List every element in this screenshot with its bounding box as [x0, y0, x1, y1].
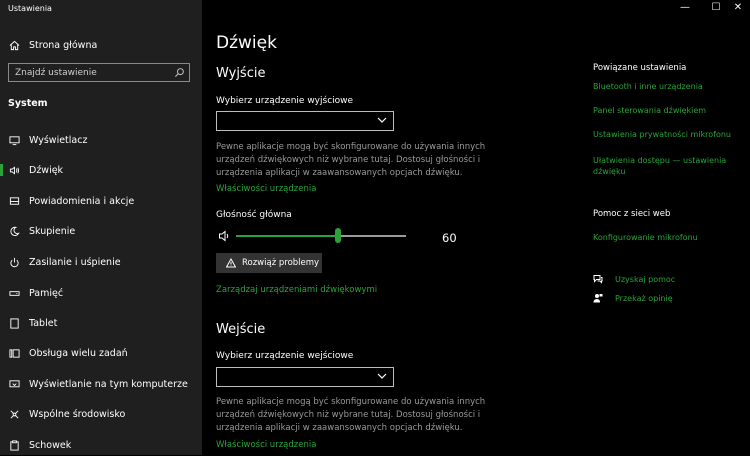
project-icon [8, 378, 20, 390]
related-link-accessibility-audio[interactable]: Ułatwienia dostępu — ustawienia dźwięku [593, 155, 733, 177]
input-heading: Wejście [216, 322, 266, 337]
monitor-icon [8, 134, 20, 146]
home-label: Strona główna [29, 39, 98, 51]
sidebar: Ustawienia Strona główna Znajdź ustawien… [0, 0, 202, 455]
sidebar-item-storage[interactable]: Pamięć [0, 282, 202, 304]
volume-value: 60 [442, 231, 457, 245]
help-link-setup-mic[interactable]: Konfigurowanie mikrofonu [593, 232, 733, 243]
feedback-label: Przekaż opinię [615, 293, 673, 303]
output-heading: Wyjście [216, 66, 266, 81]
speaker-icon [8, 164, 20, 176]
input-properties-link[interactable]: Właściwości urządzenia [216, 440, 316, 450]
output-properties-link[interactable]: Właściwości urządzenia [216, 184, 316, 194]
input-device-label: Wybierz urządzenie wejściowe [216, 351, 354, 361]
related-link-sound-control-panel[interactable]: Panel sterowania dźwiękiem [593, 105, 733, 116]
search-icon [175, 68, 184, 77]
notification-icon [8, 195, 20, 207]
manage-devices-link[interactable]: Zarządzaj urządzeniami dźwiękowymi [216, 285, 377, 295]
output-description: Pewne aplikacje mogą być skonfigurowane … [216, 142, 486, 178]
feedback-link[interactable]: Przekaż opinię [593, 293, 673, 303]
warning-icon [226, 258, 236, 268]
sidebar-item-label: Obsługa wielu zadań [29, 347, 128, 359]
volume-label: Głośność główna [216, 210, 292, 220]
page-title: Dźwięk [216, 33, 277, 53]
sidebar-item-label: Wyświetlacz [29, 134, 88, 146]
input-device-dropdown[interactable] [216, 367, 394, 387]
sidebar-item-shared-experiences[interactable]: Wspólne środowisko [0, 403, 202, 425]
speaker-icon [219, 230, 229, 242]
sidebar-item-sound[interactable]: Dźwięk [0, 159, 202, 181]
sidebar-item-label: Pamięć [29, 287, 64, 299]
moon-icon [8, 225, 20, 237]
sidebar-item-label: Schowek [29, 439, 72, 451]
sidebar-item-label: Powiadomienia i akcje [29, 195, 135, 207]
output-device-dropdown[interactable] [216, 111, 394, 131]
sidebar-item-label: Wyświetlanie na tym komputerze [29, 378, 188, 390]
related-link-bluetooth[interactable]: Bluetooth i inne urządzenia [593, 81, 733, 92]
clipboard-icon [8, 439, 20, 451]
sidebar-item-label: Tablet [29, 317, 58, 329]
tablet-icon [8, 317, 20, 329]
chevron-down-icon [377, 117, 387, 123]
sidebar-item-power[interactable]: Zasilanie i uśpienie [0, 251, 202, 273]
sidebar-item-multitasking[interactable]: Obsługa wielu zadań [0, 342, 202, 364]
search-placeholder: Znajdź ustawienie [15, 67, 97, 78]
sidebar-item-clipboard[interactable]: Schowek [0, 434, 202, 456]
storage-icon [8, 287, 20, 299]
main-content: Dźwięk Wyjście Wybierz urządzenie wyjści… [202, 0, 750, 455]
sidebar-item-label: Wspólne środowisko [29, 408, 126, 420]
sidebar-section-title: System [8, 98, 48, 109]
input-description: Pewne aplikacje mogą być skonfigurowane … [216, 397, 486, 433]
get-help-link[interactable]: Uzyskaj pomoc [593, 274, 675, 284]
related-link-mic-privacy[interactable]: Ustawienia prywatności mikrofonu [593, 129, 733, 140]
volume-slider[interactable] [236, 228, 406, 243]
power-icon [8, 256, 20, 268]
get-help-label: Uzyskaj pomoc [615, 274, 676, 284]
chevron-down-icon [377, 373, 387, 379]
help-title: Pomoc z sieci web [593, 209, 671, 219]
sidebar-item-label: Skupienie [29, 225, 76, 237]
home-link[interactable]: Strona główna [8, 38, 97, 52]
home-icon [8, 39, 20, 51]
sidebar-item-focus[interactable]: Skupienie [0, 220, 202, 242]
multitask-icon [8, 347, 20, 359]
close-button[interactable]: ✕ [731, 2, 745, 13]
troubleshoot-button[interactable]: Rozwiąż problemy [216, 253, 322, 273]
sidebar-item-projecting[interactable]: Wyświetlanie na tym komputerze [0, 373, 202, 395]
sidebar-item-display[interactable]: Wyświetlacz [0, 129, 202, 151]
related-settings-title: Powiązane ustawienia [593, 63, 687, 73]
chat-help-icon [593, 275, 603, 284]
search-input[interactable]: Znajdź ustawienie [8, 63, 190, 82]
sidebar-item-label: Dźwięk [29, 164, 64, 176]
app-title: Ustawienia [8, 4, 52, 13]
feedback-icon [593, 294, 603, 303]
minimize-button[interactable]: — [678, 2, 692, 13]
shared-icon [8, 408, 20, 420]
troubleshoot-label: Rozwiąż problemy [242, 258, 320, 268]
volume-slider-fill [236, 235, 338, 237]
maximize-button[interactable]: ☐ [709, 2, 723, 13]
volume-slider-thumb[interactable] [335, 228, 341, 243]
sidebar-item-label: Zasilanie i uśpienie [29, 256, 121, 268]
sidebar-item-tablet[interactable]: Tablet [0, 312, 202, 334]
output-device-label: Wybierz urządzenie wyjściowe [216, 96, 354, 106]
sidebar-item-notifications[interactable]: Powiadomienia i akcje [0, 190, 202, 212]
